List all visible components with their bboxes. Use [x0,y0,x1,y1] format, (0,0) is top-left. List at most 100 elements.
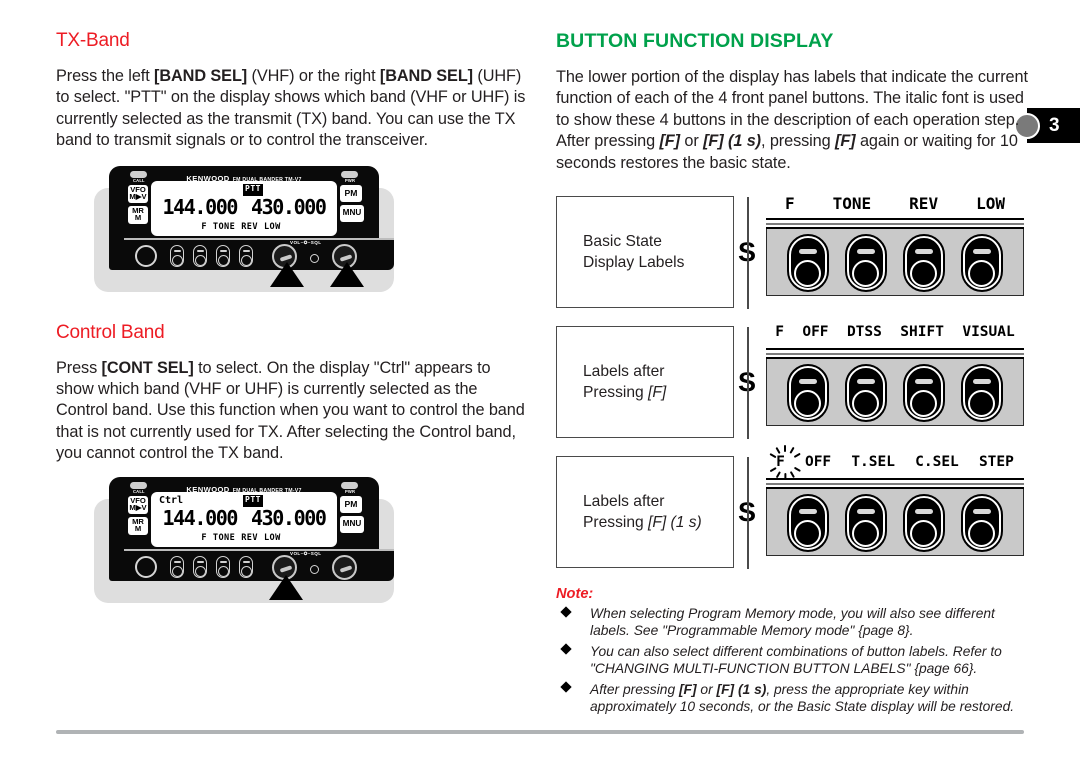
button-label: F [769,445,802,481]
page-number: 3 [1049,114,1060,136]
panel-stripe [766,478,1024,490]
button-label: LOW [976,194,1005,214]
radio-lcd-display: PTT 144.000 430.000 F TONE REV LOW [151,180,337,236]
row-description-box: Labels after Pressing [F] [556,326,734,439]
button-dash-icon [973,249,991,255]
button-label-row: Labels after Pressing [F] (1 s) S F OFF T.SEL… [556,445,1034,570]
vol-sql-knob-right-2[interactable] [332,554,357,580]
radio-illustration-control-band: KENWOOD FM DUAL BANDER TM-V7 CALL PWR VFO… [94,476,526,603]
mnu-button[interactable]: MNU [340,204,364,222]
function-button-3[interactable] [216,244,230,267]
note-list: When selecting Program Memory mode, you … [556,605,1036,715]
button-function-display-heading: BUTTON FUNCTION DISPLAY [556,30,834,52]
function-button-2b[interactable] [193,555,207,578]
call-button-2[interactable] [130,481,147,489]
left-column: TX-Band Press the left [BAND SEL] (VHF) … [56,30,526,603]
front-panel-button-strip: F TONE REV LOW [766,194,1024,297]
panel-button-2[interactable] [845,234,887,293]
callout-arrow-center [269,574,303,600]
pm-button-2[interactable]: PM [340,495,362,513]
panel-button-4[interactable] [961,364,1003,423]
vfo-button[interactable]: VFO M▶V [128,184,148,203]
indicator-led [310,253,319,263]
panel-body [766,359,1024,427]
note-title: Note: [556,586,594,602]
lcd-freq-right-2: 430.000 [251,505,327,530]
panel-button-1[interactable] [787,494,829,553]
mnu-button-2[interactable]: MNU [340,515,364,533]
radio-front-panel: KENWOOD FM DUAL BANDER TM-V7 CALL PWR VFO… [109,165,394,270]
function-button-1[interactable] [170,244,184,267]
diamond-bullet-icon [560,605,572,618]
button-dash-icon [799,379,817,385]
lcd-freq-left: 144.000 [162,194,239,219]
panel-button-2[interactable] [845,364,887,423]
button-dash-icon [973,379,991,385]
button-dash-icon [857,249,875,255]
radio-front-panel-2: KENWOOD FM DUAL BANDER TM-V7 CALL PWR VFO… [109,476,394,581]
panel-button-1[interactable] [787,234,829,293]
arrow-right-icon: S [738,197,757,310]
button-circle-icon [794,520,821,548]
function-button-4[interactable] [239,244,253,267]
row-description-line1: Labels after [583,363,665,381]
lcd-annunciator: REV [241,221,258,232]
vfo-button-2[interactable]: VFO M▶V [128,495,148,514]
vol-sql-label: VOL–✪–SQL [290,239,322,245]
row-description-key: [F] [648,384,667,402]
button-dash-icon [857,379,875,385]
panel-body [766,229,1024,297]
blinking-rays-icon [767,445,803,481]
function-button-3b[interactable] [216,555,230,578]
lcd-freq-right: 430.000 [251,194,327,219]
button-function-intro: The lower portion of the display has lab… [556,68,1028,172]
button-circle-icon [910,390,937,418]
row-description-line2: Pressing [F] (1 s) [583,514,702,532]
call-button[interactable] [130,170,147,178]
row-description-box: Basic State Display Labels [556,196,734,309]
button-label: DTSS [846,324,882,341]
call-button-label-2: CALL [133,489,145,495]
panel-button-3[interactable] [903,364,945,423]
button-dash-icon [915,509,933,515]
button-label: C.SEL [915,454,959,471]
button-label: F [785,194,795,214]
pm-button[interactable]: PM [340,184,362,202]
tuning-knob[interactable] [135,244,157,267]
row-description-line2: Display Labels [583,254,685,272]
function-button-1b[interactable] [170,555,184,578]
lcd-annunciator: TONE [212,221,236,232]
button-label: REV [909,194,939,214]
diamond-bullet-icon [560,643,572,655]
panel-button-3[interactable] [903,234,945,293]
function-button-2[interactable] [193,244,207,267]
lcd-frequencies: 144.000 430.000 [151,196,337,218]
power-button-label: PWR [345,178,356,184]
button-label-rows: Basic State Display Labels S F TONE REV LOW Lab… [556,194,1034,570]
vfo-button-label-bottom: M▶V [129,192,147,202]
power-button-2[interactable] [341,481,358,489]
button-label: F [775,324,784,341]
mr-button-label-bottom: M [134,213,142,223]
lcd-annunciator: F [201,221,207,232]
button-circle-icon [852,260,879,288]
row-description-line2: Pressing [F] [583,384,667,402]
button-label: SHIFT [900,324,944,341]
radio-button-bar-2: VOL–✪–SQL [124,548,394,581]
button-circle-icon [852,520,879,548]
function-button-4b[interactable] [239,555,253,578]
tx-band-paragraph: Press the left [BAND SEL] (VHF) or the r… [56,67,526,150]
button-label: VISUAL [962,324,1015,341]
panel-button-4[interactable] [961,494,1003,553]
mr-button[interactable]: MR M [128,205,148,224]
panel-button-4[interactable] [961,234,1003,293]
tuning-knob-2[interactable] [135,555,157,578]
panel-button-2[interactable] [845,494,887,553]
lcd-annunciators: F TONE REV LOW [151,222,337,232]
mr-button-2[interactable]: MR M [128,516,148,535]
button-circle-icon [794,260,821,288]
lcd-annunciators-2: F TONE REV LOW [151,533,337,543]
panel-button-1[interactable] [787,364,829,423]
panel-button-3[interactable] [903,494,945,553]
power-button[interactable] [341,170,358,178]
